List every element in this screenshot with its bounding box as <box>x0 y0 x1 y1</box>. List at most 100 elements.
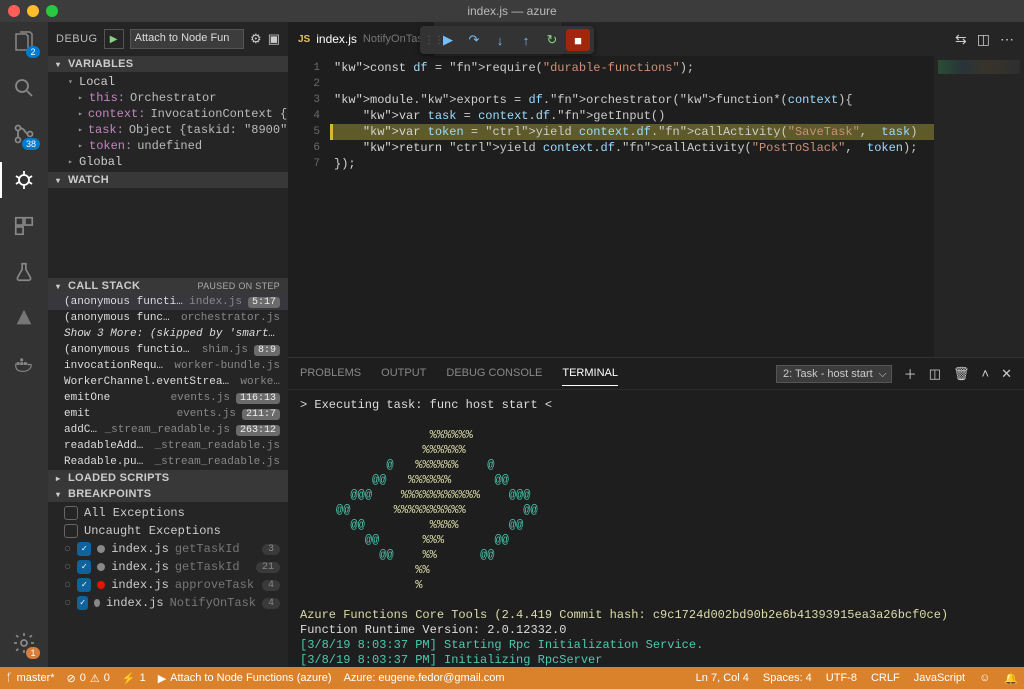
kill-terminal-icon[interactable]: 🗑 <box>953 366 970 382</box>
tab-actions: ⇆ ◫ ⋯ <box>955 22 1024 56</box>
debug-status[interactable]: ▶ Attach to Node Functions (azure) <box>158 672 332 685</box>
variable-row[interactable]: ▸this: Orchestrator <box>64 90 288 106</box>
checkbox-icon[interactable]: ✓ <box>77 560 91 574</box>
minimize-window-icon[interactable] <box>27 5 39 17</box>
watch-body <box>48 188 288 278</box>
port-icon: ⚡ <box>122 672 136 685</box>
checkbox-icon[interactable] <box>64 524 78 538</box>
status-bar: ᚶmaster* ⊘0 ⚠0 ⚡1 ▶ Attach to Node Funct… <box>0 667 1024 689</box>
breakpoint-dot-icon <box>97 545 105 553</box>
warning-icon: ⚠ <box>90 672 100 685</box>
variable-row[interactable]: ▸task: Object {taskid: "8900", descri… <box>64 122 288 138</box>
terminal-select[interactable]: 2: Task - host start ⌵ <box>776 365 892 383</box>
breakpoint-row[interactable]: ○✓index.jsgetTaskId3 <box>48 540 288 558</box>
bp-all-exceptions[interactable]: All Exceptions <box>48 504 288 522</box>
scm-icon[interactable]: 38 <box>10 120 38 148</box>
close-panel-icon[interactable]: ✕ <box>1001 366 1012 382</box>
maximize-panel-icon[interactable]: ˄ <box>982 366 990 381</box>
terminal-body[interactable]: > Executing task: func host start < %%%%… <box>288 390 1024 667</box>
callstack-row[interactable]: (anonymous function)index.js5:17 <box>48 294 288 310</box>
callstack-row[interactable]: emitOneevents.js116:13 <box>48 390 288 406</box>
step-out-button[interactable]: ↑ <box>514 29 538 51</box>
extensions-icon[interactable] <box>10 212 38 240</box>
callstack-row[interactable]: WorkerChannel.eventStream.onworke… <box>48 374 288 390</box>
breakpoint-row[interactable]: ○✓index.jsapproveTask4 <box>48 576 288 594</box>
panel-tab[interactable]: DEBUG CONSOLE <box>446 361 542 386</box>
debug-console-icon[interactable]: ▣ <box>268 31 280 47</box>
eol[interactable]: CRLF <box>871 672 900 685</box>
language-mode[interactable]: JavaScript <box>914 672 965 685</box>
step-into-button[interactable]: ↓ <box>488 29 512 51</box>
search-icon[interactable] <box>10 74 38 102</box>
restart-button[interactable]: ↻ <box>540 29 564 51</box>
more-actions-icon[interactable]: ⋯ <box>1000 31 1014 48</box>
stop-button[interactable]: ■ <box>566 29 590 51</box>
minimap[interactable] <box>934 56 1024 357</box>
manage-gear-icon[interactable]: 1 <box>10 629 38 657</box>
callstack-row[interactable]: addChunk_stream_readable.js263:12 <box>48 422 288 438</box>
split-editor-icon[interactable]: ◫ <box>977 31 990 48</box>
compare-icon[interactable]: ⇆ <box>955 31 967 48</box>
ports[interactable]: ⚡1 <box>122 672 146 685</box>
code-area[interactable]: "kw">const df = "fn">require("durable-fu… <box>330 56 934 357</box>
azure-icon[interactable] <box>10 304 38 332</box>
callstack-row[interactable]: readableAddChunk_stream_readable.js <box>48 438 288 454</box>
feedback-icon[interactable]: ☺ <box>979 672 990 685</box>
debug-settings-icon[interactable]: ⚙ <box>250 31 262 47</box>
debug-header: DEBUG ▶ Attach to Node Fun ⚙ ▣ <box>48 22 288 56</box>
checkbox-icon[interactable]: ✓ <box>77 578 91 592</box>
checkbox-icon[interactable]: ✓ <box>77 596 88 610</box>
encoding[interactable]: UTF-8 <box>826 672 857 685</box>
azure-account[interactable]: Azure: eugene.fedor@gmail.com <box>344 672 505 684</box>
step-over-button[interactable]: ↷ <box>462 29 486 51</box>
variable-row[interactable]: ▸token: undefined <box>64 138 288 154</box>
panel-tab[interactable]: PROBLEMS <box>300 361 361 386</box>
panel-tab[interactable]: TERMINAL <box>562 361 618 386</box>
callstack-row[interactable]: Readable.push_stream_readable.js <box>48 454 288 470</box>
bp-uncaught-exceptions[interactable]: Uncaught Exceptions <box>48 522 288 540</box>
new-terminal-icon[interactable]: ＋ <box>904 364 917 383</box>
variables-global[interactable]: ▸Global <box>64 154 288 170</box>
panel-tab[interactable]: OUTPUT <box>381 361 426 386</box>
callstack-row[interactable]: (anonymous function)orchestrator.js <box>48 310 288 326</box>
callstack-row[interactable]: emitevents.js211:7 <box>48 406 288 422</box>
explorer-icon[interactable]: 2 <box>10 28 38 56</box>
close-window-icon[interactable] <box>8 5 20 17</box>
breakpoint-row[interactable]: ○✓index.jsgetTaskId21 <box>48 558 288 576</box>
callstack-body: (anonymous function)index.js5:17(anonymo… <box>48 294 288 470</box>
explorer-badge: 2 <box>26 46 40 58</box>
split-terminal-icon[interactable]: ◫ <box>929 366 941 382</box>
breakpoint-row[interactable]: ○✓index.jsNotifyOnTask4 <box>48 594 288 612</box>
editor-tab[interactable]: JSindex.jsNotifyOnTas <box>288 22 434 56</box>
callstack-row[interactable]: Show 3 More: (skipped by 'smartStep') <box>48 326 288 342</box>
indentation[interactable]: Spaces: 4 <box>763 672 812 685</box>
cursor-position[interactable]: Ln 7, Col 4 <box>696 672 749 685</box>
debug-config-select[interactable]: Attach to Node Fun <box>130 29 244 49</box>
watch-header[interactable]: ▾WATCH <box>48 172 288 188</box>
js-file-icon: JS <box>298 34 310 45</box>
variables-header[interactable]: ▾VARIABLES <box>48 56 288 72</box>
breakpoint-dot-icon <box>94 599 100 607</box>
callstack-row[interactable]: (anonymous function)shim.js8:9 <box>48 342 288 358</box>
checkbox-icon[interactable]: ✓ <box>77 542 91 556</box>
callstack-header[interactable]: ▾CALL STACKPAUSED ON STEP <box>48 278 288 294</box>
git-branch[interactable]: ᚶmaster* <box>6 672 55 684</box>
callstack-row[interactable]: invocationRequestworker-bundle.js <box>48 358 288 374</box>
zoom-window-icon[interactable] <box>46 5 58 17</box>
debug-icon[interactable] <box>10 166 38 194</box>
notifications-icon[interactable]: 🔔 <box>1004 672 1018 685</box>
breakpoints-header[interactable]: ▾BREAKPOINTS <box>48 486 288 502</box>
continue-button[interactable]: ▶ <box>436 29 460 51</box>
variable-row[interactable]: ▸context: InvocationContext {invocati… <box>64 106 288 122</box>
variables-scope[interactable]: ▾Local <box>64 74 288 90</box>
sync-status[interactable]: ⊘0 ⚠0 <box>67 672 110 685</box>
drag-handle-icon[interactable]: ⋮⋮ <box>424 29 434 51</box>
breakpoint-dot-icon <box>97 581 105 589</box>
checkbox-icon[interactable] <box>64 506 78 520</box>
beaker-icon[interactable] <box>10 258 38 286</box>
start-debug-button[interactable]: ▶ <box>104 29 124 49</box>
code-editor[interactable]: 1234567 "kw">const df = "fn">require("du… <box>288 56 1024 357</box>
debug-toolbar[interactable]: ⋮⋮ ▶ ↷ ↓ ↑ ↻ ■ <box>420 26 594 54</box>
loaded-scripts-header[interactable]: ▸LOADED SCRIPTS <box>48 470 288 486</box>
docker-icon[interactable] <box>10 350 38 378</box>
